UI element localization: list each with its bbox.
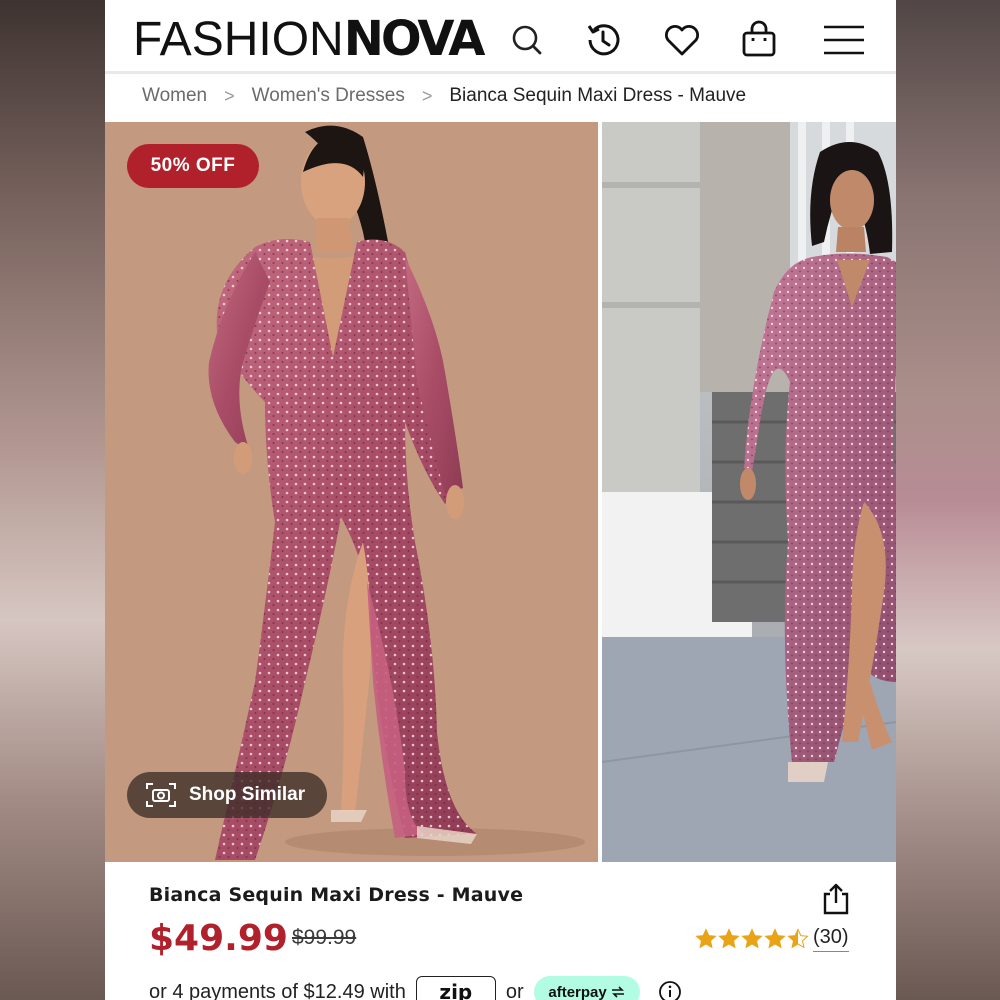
discount-badge: 50% OFF bbox=[127, 144, 259, 188]
chevron-right-icon: > bbox=[224, 85, 235, 106]
info-icon[interactable] bbox=[658, 980, 682, 1000]
star-icon bbox=[741, 928, 763, 949]
sale-price: $49.99 bbox=[149, 918, 288, 959]
afterpay-label: afterpay bbox=[548, 983, 607, 1000]
logo-text-thin: FASHION bbox=[133, 13, 344, 66]
share-icon[interactable] bbox=[821, 882, 851, 916]
model-photo-outdoor bbox=[602, 122, 896, 862]
history-icon[interactable] bbox=[581, 18, 625, 62]
zip-badge[interactable]: zip bbox=[415, 976, 496, 1000]
logo-text-bold: NOVA bbox=[343, 11, 486, 67]
star-rating[interactable] bbox=[695, 928, 810, 950]
model-photo-studio bbox=[105, 122, 598, 862]
installment-text: or 4 payments of $12.49 with bbox=[149, 980, 406, 1000]
product-image-main[interactable]: 50% OFF Shop Similar bbox=[105, 122, 598, 862]
background-left bbox=[0, 0, 105, 1000]
breadcrumb-current: Bianca Sequin Maxi Dress - Mauve bbox=[449, 85, 747, 106]
product-page: FASHIONNOVA Women > Women's Dresses > Bi… bbox=[105, 0, 896, 1000]
camera-icon bbox=[146, 783, 176, 807]
installment-or-text: or bbox=[505, 980, 524, 1000]
chevron-right-icon: > bbox=[421, 85, 433, 106]
search-icon[interactable] bbox=[505, 18, 549, 62]
original-price: $99.99 bbox=[292, 926, 357, 949]
installment-info: or 4 payments of $12.49 with zip or afte… bbox=[149, 976, 682, 1000]
breadcrumb-womens-dresses[interactable]: Women's Dresses bbox=[252, 85, 405, 107]
heart-icon[interactable] bbox=[660, 18, 704, 62]
review-count-link[interactable]: (30) bbox=[813, 926, 849, 952]
menu-icon[interactable] bbox=[822, 18, 866, 62]
afterpay-badge[interactable]: afterpay bbox=[533, 976, 640, 1000]
star-icon bbox=[695, 928, 717, 949]
breadcrumb: Women > Women's Dresses > Bianca Sequin … bbox=[142, 82, 746, 110]
background-right bbox=[896, 0, 1000, 1000]
shop-similar-button[interactable]: Shop Similar bbox=[127, 772, 327, 818]
fashion-nova-logo[interactable]: FASHIONNOVA bbox=[133, 11, 486, 67]
breadcrumb-women[interactable]: Women bbox=[142, 85, 207, 107]
star-icon bbox=[718, 928, 740, 949]
product-image-secondary[interactable] bbox=[602, 122, 896, 862]
star-icon bbox=[787, 928, 809, 949]
product-gallery[interactable]: 50% OFF Shop Similar bbox=[105, 122, 896, 862]
star-icon bbox=[764, 928, 786, 949]
zip-label: zip bbox=[439, 980, 473, 1000]
product-title: Bianca Sequin Maxi Dress - Mauve bbox=[149, 884, 524, 906]
site-header: FASHIONNOVA bbox=[105, 0, 896, 74]
shopping-bag-icon[interactable] bbox=[737, 18, 781, 62]
afterpay-arrows-icon bbox=[611, 986, 624, 998]
shop-similar-label: Shop Similar bbox=[189, 784, 306, 805]
